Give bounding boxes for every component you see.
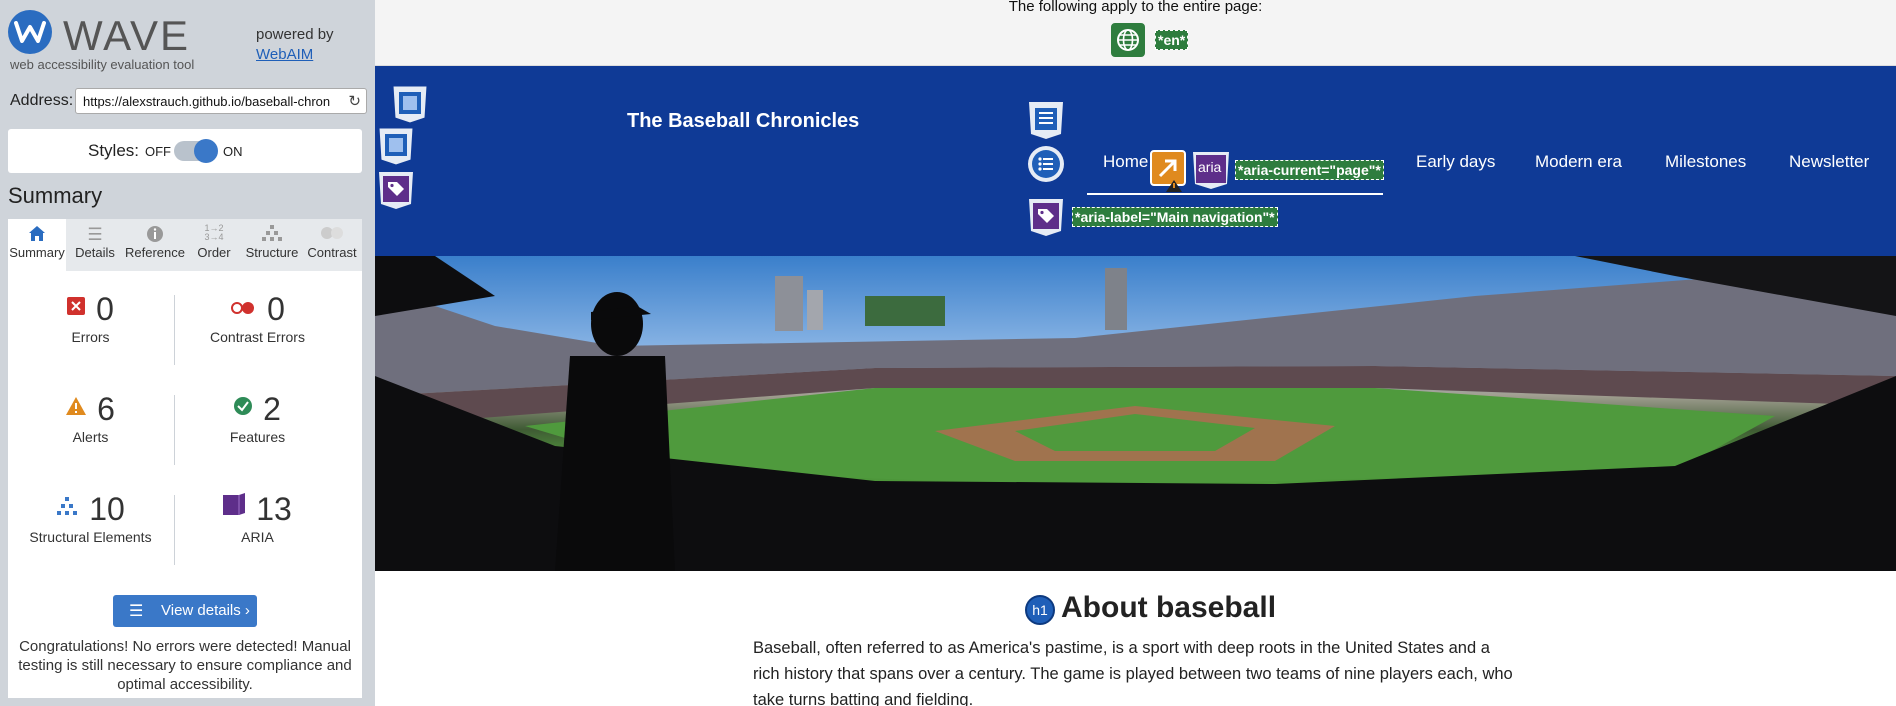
styles-label: Styles: [88,141,140,160]
stat-label: Contrast Errors [210,329,305,345]
list-icon: ☰ [129,603,144,620]
list-icon[interactable] [1027,144,1065,184]
stat-value: 0 [267,291,285,327]
order-icon: 1→2 3→4 [204,223,224,242]
address-value[interactable]: https://alexstrauch.github.io/baseball-c… [83,94,343,109]
stat-label: ARIA [241,529,274,545]
styles-toggle[interactable] [174,139,218,163]
toggle-knob[interactable] [194,139,218,163]
nav-link-milestones[interactable]: Milestones [1665,152,1746,172]
nav-link-newsletter[interactable]: Newsletter [1789,152,1869,172]
wave-sidebar: WAVE web accessibility evaluation tool p… [0,0,375,706]
stat-structural-elements[interactable]: 10 Structural Elements [8,471,173,559]
aria-label-tag: *aria-label="Main navigation"* [1072,207,1278,227]
wave-logo: WAVE web accessibility evaluation tool p… [8,6,368,76]
tab-label: Details [75,245,115,260]
stat-contrast-errors[interactable]: 0 Contrast Errors [175,271,340,359]
stat-label: Structural Elements [29,529,152,545]
h1-heading-icon[interactable]: h1 [1025,595,1055,625]
tab-summary[interactable]: Summary [8,219,66,271]
aria-current-tag: *aria-current="page"* [1235,160,1384,180]
styles-off-label: OFF [145,144,171,159]
powered-by-label: powered by [256,26,334,43]
stat-alerts[interactable]: 6 Alerts [8,371,173,459]
summary-heading: Summary [8,183,103,208]
tab-details[interactable]: ☰ Details [66,219,124,271]
tab-structure[interactable]: Structure [242,219,302,271]
stat-value: 2 [263,391,281,427]
congrats-message: Congratulations! No errors were detected… [18,638,352,693]
address-label: Address: [10,92,74,109]
header-region-icon[interactable] [377,126,415,166]
contrast-icon [302,219,362,245]
address-input[interactable]: https://alexstrauch.github.io/baseball-c… [75,88,367,114]
summary-panel: 0 Errors 0 Contrast Errors 6 Alerts 2 Fe… [8,271,362,698]
nav-link-modern-era[interactable]: Modern era [1535,152,1622,172]
wave-logo-icon [8,10,52,54]
about-heading: About baseball [1061,591,1277,624]
apply-note: The following apply to the entire page: [1008,0,1263,15]
powered-by: powered by WebAIM [256,25,334,65]
aria-label-icon[interactable] [377,170,415,210]
about-paragraph: Baseball, often referred to as America's… [753,639,1513,706]
redundant-link-alert-icon[interactable] [1150,150,1188,192]
evaluated-page: The following apply to the entire page: … [375,0,1896,706]
alert-icon [66,396,91,419]
aria-icon [223,492,250,519]
contrast-error-icon [230,299,261,319]
site-title[interactable]: The Baseball Chronicles [627,110,859,133]
stat-value: 0 [96,291,114,327]
main-content: h1 About baseball Baseball, often referr… [375,571,1896,706]
nav-region-icon[interactable] [1027,100,1065,140]
header-region-icon[interactable] [391,84,429,124]
nav-link-home[interactable]: Home [1103,152,1148,172]
structure-icon [56,496,83,519]
stat-errors[interactable]: 0 Errors [8,271,173,359]
stat-label: Alerts [72,429,109,445]
stat-features[interactable]: 2 Features [175,371,340,459]
tab-label: Summary [9,245,65,260]
aria-label-icon[interactable] [1027,197,1065,237]
nav-link-early-days[interactable]: Early days [1416,152,1495,172]
tab-label: Structure [245,245,299,260]
webaim-link[interactable]: WebAIM [256,45,334,65]
tab-label: Contrast [307,245,357,260]
tab-label: Reference [125,245,185,260]
view-details-button[interactable]: ☰ View details › [113,595,257,627]
tab-reference[interactable]: Reference [124,219,186,271]
feature-icon [234,396,257,419]
stat-label: Features [229,429,286,445]
stat-aria[interactable]: 13 ARIA [175,471,340,559]
styles-on-label: ON [223,144,243,159]
tab-label: Order [197,245,231,260]
stat-value: 13 [256,491,292,527]
error-icon [67,296,90,319]
styles-toggle-card: Styles: OFF ON [8,129,362,173]
hero-stadium-image [375,256,1896,571]
reload-icon[interactable]: ↻ [348,92,361,110]
aria-badge-icon[interactable]: aria [1191,150,1229,190]
tab-contrast[interactable]: Contrast [302,219,362,271]
info-icon [124,219,186,245]
home-icon [8,219,66,245]
lang-tag: *en* [1155,30,1189,50]
site-header: The Baseball Chronicles Home aria *aria-… [375,66,1896,256]
wave-logo-text: WAVE [63,12,191,59]
structure-icon [242,219,302,245]
aria-badge-label: aria [1198,159,1222,175]
tab-order[interactable]: 1→2 3→4 Order [186,219,242,271]
stat-label: Errors [71,329,110,345]
list-icon: ☰ [87,225,103,244]
wave-tagline: web accessibility evaluation tool [10,57,195,72]
stat-value: 10 [89,491,125,527]
view-details-label: View details › [161,602,250,619]
language-icon[interactable] [1111,23,1145,57]
address-bar: Address: https://alexstrauch.github.io/b… [10,88,367,114]
nav-active-underline [1087,193,1383,195]
stat-value: 6 [97,391,115,427]
panel-tabs: Summary ☰ Details Reference 1→2 3→4 Order… [8,219,362,271]
page-level-annotations: The following apply to the entire page: … [375,0,1896,66]
